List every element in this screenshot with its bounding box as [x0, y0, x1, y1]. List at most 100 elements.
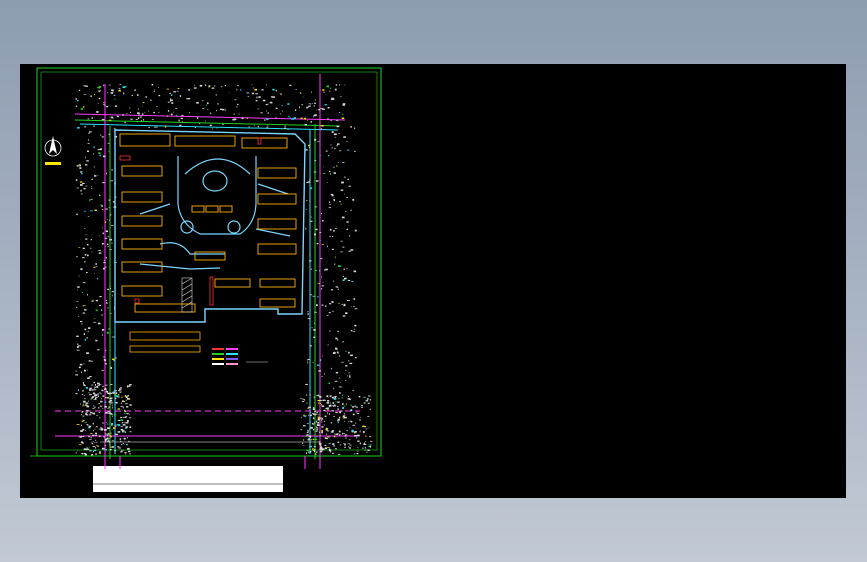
survey-mark	[354, 308, 358, 310]
survey-mark	[102, 232, 104, 235]
survey-mark	[83, 210, 87, 212]
survey-mark	[295, 109, 297, 111]
survey-mark	[135, 119, 138, 120]
survey-mark	[93, 166, 95, 168]
survey-mark	[361, 406, 363, 408]
survey-mark	[117, 431, 121, 433]
survey-mark	[212, 128, 214, 130]
survey-mark	[91, 397, 93, 399]
survey-mark	[120, 440, 122, 442]
survey-mark	[313, 446, 316, 448]
survey-mark	[84, 261, 86, 263]
site-plan-drawing[interactable]	[20, 64, 846, 498]
survey-mark	[79, 165, 81, 167]
survey-mark	[126, 420, 129, 422]
survey-mark	[307, 360, 308, 362]
survey-mark	[111, 294, 113, 297]
survey-mark	[341, 181, 344, 184]
survey-mark	[128, 440, 130, 443]
survey-mark	[175, 107, 177, 109]
survey-mark	[317, 282, 321, 284]
survey-mark	[91, 117, 93, 119]
survey-mark	[352, 389, 354, 391]
survey-mark	[122, 401, 125, 403]
survey-mark	[181, 114, 184, 116]
survey-mark	[83, 305, 86, 307]
survey-mark	[95, 447, 96, 449]
survey-mark	[284, 127, 287, 129]
survey-mark	[114, 397, 117, 399]
survey-mark	[309, 187, 313, 189]
survey-mark	[307, 429, 309, 431]
survey-mark	[92, 412, 95, 415]
survey-mark	[287, 128, 289, 130]
survey-mark	[267, 112, 269, 114]
survey-mark	[314, 99, 316, 101]
survey-mark	[99, 405, 103, 407]
survey-mark	[222, 123, 224, 125]
survey-mark	[126, 413, 129, 415]
survey-mark	[105, 440, 107, 442]
survey-mark	[90, 412, 93, 414]
survey-mark	[317, 422, 320, 424]
survey-mark	[275, 89, 277, 92]
survey-mark	[83, 448, 86, 450]
survey-mark	[332, 452, 335, 454]
survey-mark	[81, 411, 83, 413]
survey-mark	[87, 143, 90, 144]
survey-mark	[349, 444, 352, 446]
survey-mark	[271, 102, 273, 104]
survey-mark	[112, 415, 113, 417]
survey-mark	[220, 86, 223, 88]
survey-mark	[125, 396, 128, 399]
survey-mark	[106, 302, 108, 304]
survey-mark	[333, 387, 335, 390]
survey-mark	[120, 444, 123, 445]
survey-mark	[88, 400, 89, 402]
survey-mark	[118, 396, 120, 398]
cad-viewport[interactable]	[20, 64, 846, 498]
survey-mark	[83, 282, 86, 284]
survey-mark	[110, 367, 112, 369]
survey-mark	[302, 398, 304, 401]
survey-mark	[122, 424, 126, 426]
survey-mark	[153, 91, 155, 92]
survey-mark	[339, 112, 341, 113]
survey-mark	[106, 243, 109, 245]
survey-mark	[98, 97, 101, 100]
survey-mark	[320, 447, 322, 449]
survey-mark	[317, 417, 320, 419]
survey-mark	[319, 434, 322, 436]
survey-mark	[98, 451, 101, 453]
survey-mark	[120, 402, 122, 405]
survey-mark	[103, 359, 106, 361]
survey-mark	[267, 103, 269, 105]
survey-mark	[237, 103, 239, 105]
survey-mark	[78, 164, 81, 166]
survey-mark	[107, 427, 110, 430]
survey-mark	[322, 220, 324, 222]
survey-mark	[330, 431, 334, 433]
survey-mark	[350, 409, 353, 411]
survey-mark	[85, 185, 88, 187]
survey-mark	[314, 160, 317, 161]
survey-mark	[309, 254, 311, 256]
survey-mark	[131, 95, 133, 97]
survey-mark	[101, 314, 104, 316]
survey-mark	[105, 397, 107, 398]
survey-mark	[335, 286, 338, 288]
survey-mark	[87, 402, 89, 404]
survey-mark	[118, 394, 120, 396]
survey-mark	[106, 106, 109, 108]
survey-mark	[99, 194, 101, 197]
survey-mark	[332, 405, 334, 406]
survey-mark	[314, 311, 317, 313]
survey-mark	[98, 412, 100, 413]
survey-mark	[77, 450, 79, 451]
survey-mark	[101, 136, 104, 138]
survey-mark	[339, 200, 341, 203]
survey-mark	[309, 414, 312, 417]
survey-mark	[320, 108, 323, 110]
survey-mark	[86, 272, 88, 273]
survey-mark	[121, 396, 123, 398]
